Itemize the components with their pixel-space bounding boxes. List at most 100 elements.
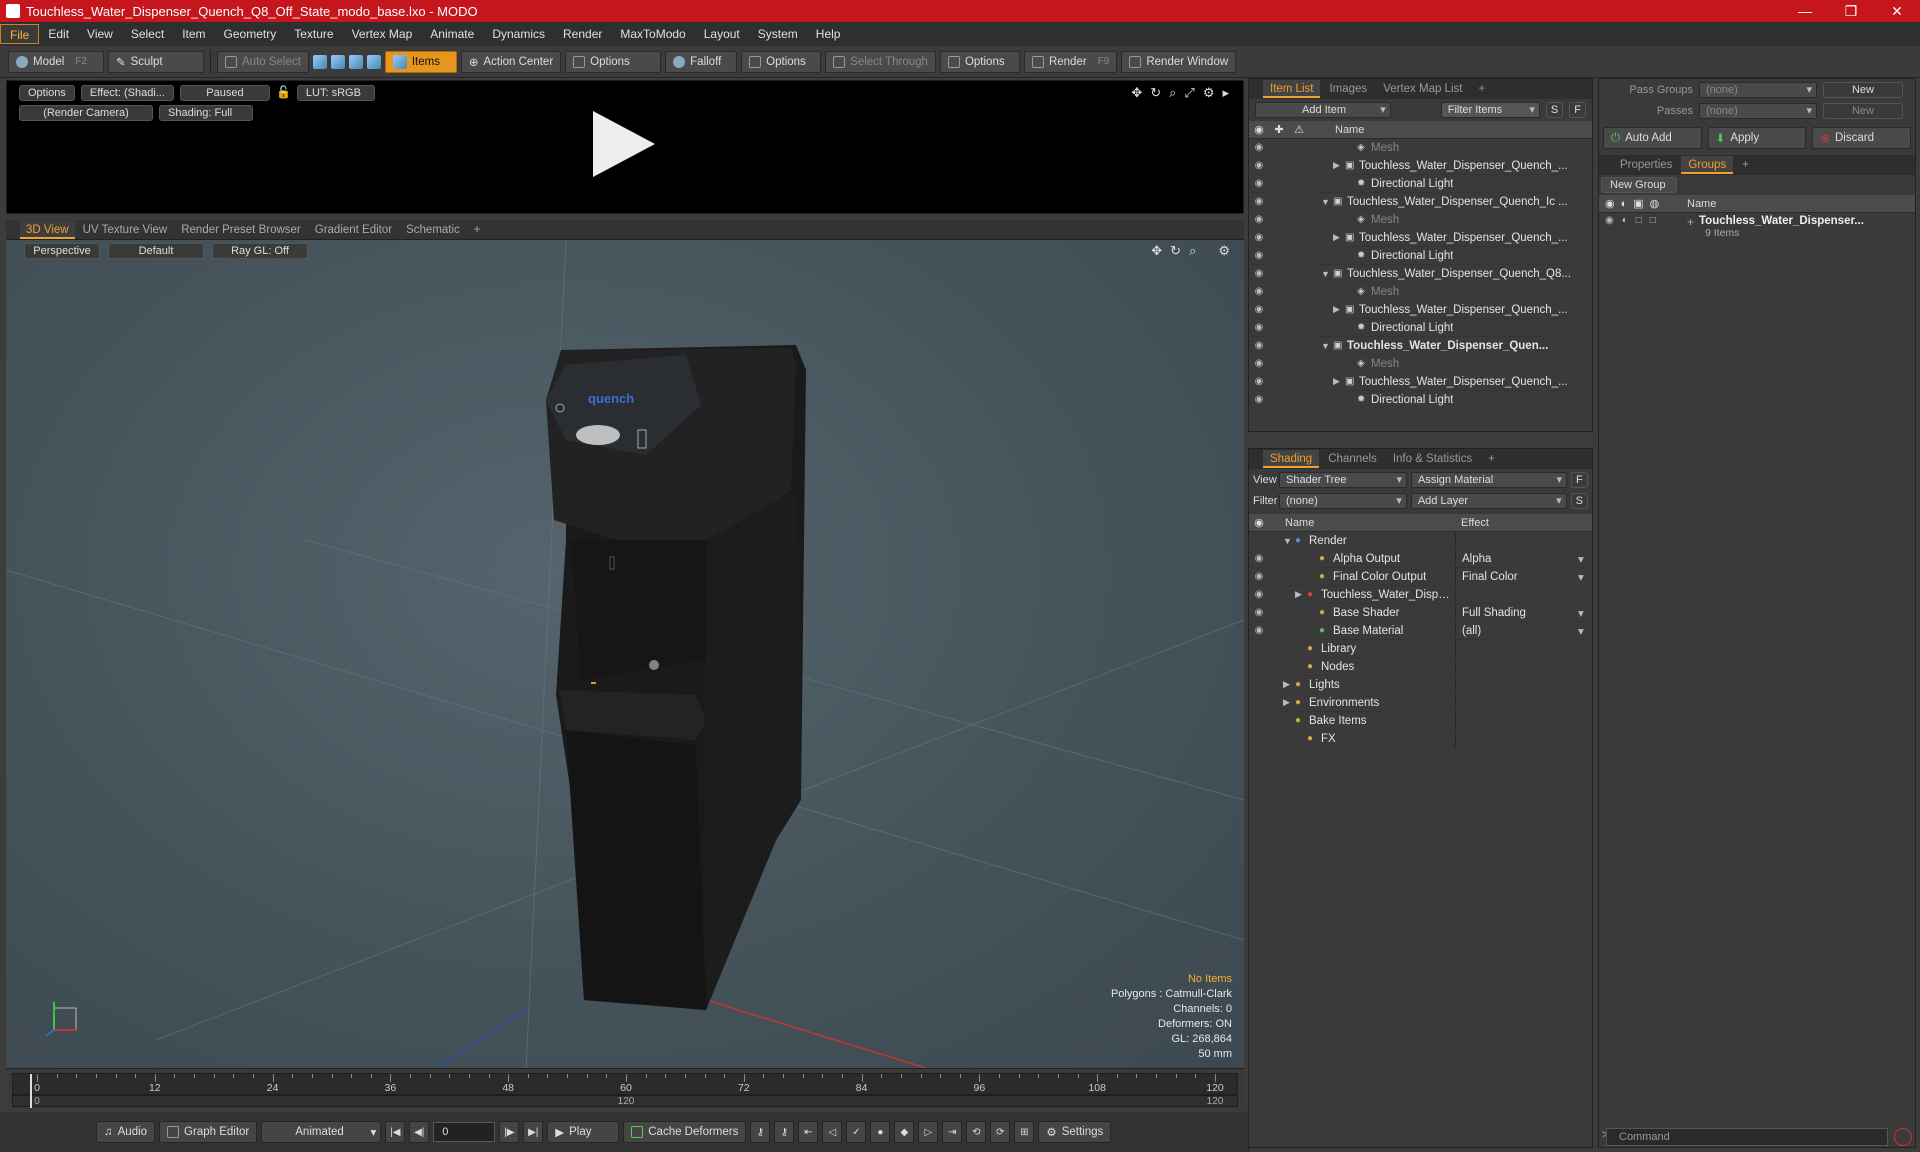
chevron-down-icon[interactable]: ▾ (1578, 606, 1592, 620)
visibility-eye-icon[interactable]: ◉ (1249, 286, 1269, 297)
visibility-eye-icon[interactable]: ◉ (1249, 376, 1269, 387)
shader-tree-row[interactable]: ● Nodes (1249, 658, 1592, 676)
add-tab-button[interactable]: + (1471, 80, 1492, 98)
item-list-row[interactable]: ◉ ✸ Directional Light (1249, 391, 1592, 409)
menu-item[interactable]: Item (173, 24, 214, 44)
assign-material-button[interactable]: Assign Material (1411, 471, 1567, 488)
add-tab-button[interactable]: + (468, 221, 487, 239)
playhead[interactable] (30, 1074, 32, 1108)
tab-properties[interactable]: Properties (1613, 156, 1679, 174)
s-toggle[interactable]: S (1545, 102, 1564, 118)
filter-dropdown[interactable]: (none) (1279, 492, 1407, 509)
visibility-eye-icon[interactable]: ◉ (1249, 214, 1269, 225)
sculpt-mode-button[interactable]: ✎ Sculpt (108, 50, 204, 73)
maximize-icon[interactable]: ⤢ (1184, 85, 1194, 101)
f-toggle[interactable]: F (1569, 102, 1586, 118)
item-list-row[interactable]: ◉ ▶ ▣ Touchless_Water_Dispenser_Quench_... (1249, 301, 1592, 319)
visibility-eye-icon[interactable]: ◉ (1249, 625, 1269, 636)
add-layer-dropdown[interactable]: Add Layer (1410, 492, 1567, 509)
item-list-row[interactable]: ◉ ✸ Directional Light (1249, 247, 1592, 265)
current-frame-field[interactable]: 0 (433, 1122, 496, 1142)
chevron-right-icon[interactable]: ▶ (1333, 376, 1345, 387)
loop-icon[interactable]: ⟲ (966, 1121, 987, 1143)
minimize-button[interactable]: — (1782, 3, 1828, 19)
skip-to-end-icon[interactable]: ▶| (523, 1121, 544, 1143)
polygons-mode-icon[interactable] (348, 54, 363, 69)
timeline[interactable]: 0 12 24 36 48 60 72 84 96 108 120 0 120 120 (6, 1068, 1244, 1110)
raygl-dropdown[interactable]: Ray GL: Off (212, 243, 308, 259)
item-list-row[interactable]: ◉ ▶ ▣ Touchless_Water_Dispenser_Quench_... (1249, 373, 1592, 391)
tab-info-statistics[interactable]: Info & Statistics (1386, 450, 1479, 468)
chevron-down-icon[interactable]: ▾ (1578, 552, 1592, 566)
tab-images[interactable]: Images (1322, 80, 1374, 98)
maximize-button[interactable]: ❐ (1828, 3, 1874, 20)
command-input[interactable]: Command (1606, 1128, 1888, 1146)
add-item-dropdown[interactable]: Add Item (1255, 102, 1391, 118)
tab-gradient-editor[interactable]: Gradient Editor (309, 221, 398, 239)
item-list-row[interactable]: ◉ ✸ Directional Light (1249, 175, 1592, 193)
action-center-button[interactable]: ⊕ Action Center (460, 50, 562, 73)
step-back-icon[interactable]: ◀| (409, 1121, 430, 1143)
visibility-eye-icon[interactable]: ◉ (1249, 250, 1269, 261)
record-icon[interactable]: ● (870, 1121, 891, 1143)
falloff-button[interactable]: Falloff (665, 50, 738, 73)
chevron-right-icon[interactable]: ▶ (1283, 679, 1295, 690)
menu-system[interactable]: System (749, 24, 807, 44)
tab-3d-view[interactable]: 3D View (20, 220, 75, 239)
visibility-eye-icon[interactable]: ◉ (1249, 196, 1269, 207)
next-key-icon[interactable]: ⇥ (942, 1121, 963, 1143)
chevron-down-icon[interactable]: ▾ (1578, 570, 1592, 584)
shader-effect-cell[interactable]: Final Color (1455, 568, 1578, 585)
chevron-right-icon[interactable]: ▶ (1333, 160, 1345, 171)
items-mode-button[interactable]: Items (384, 50, 457, 73)
timeline-range[interactable]: 0 120 120 (12, 1095, 1238, 1107)
skip-to-start-icon[interactable]: |◀ (385, 1121, 406, 1143)
perspective-dropdown[interactable]: Perspective (24, 243, 100, 259)
new-pass-group-button[interactable]: New (1823, 81, 1903, 98)
menu-render[interactable]: Render (554, 24, 611, 44)
add-tab-button[interactable]: + (1735, 156, 1756, 174)
chevron-right-icon[interactable]: ▶ (1333, 232, 1345, 243)
visibility-eye-icon[interactable]: ◉ (1249, 553, 1269, 564)
visibility-eye-icon[interactable]: ◉ (1249, 160, 1269, 171)
auto-add-button[interactable]: ⏻ Auto Add (1603, 127, 1702, 149)
arrow-right-icon[interactable]: ▸ (1222, 85, 1229, 101)
new-pass-button[interactable]: New (1823, 102, 1903, 119)
gear-icon[interactable]: ⚙ (1218, 243, 1230, 259)
render-button[interactable]: Render F9 (1023, 50, 1118, 73)
item-list-row[interactable]: ◉ ▶ ▣ Touchless_Water_Dispenser_Quench_... (1249, 157, 1592, 175)
expand-icon[interactable]: + (1687, 215, 1699, 229)
chevron-down-icon[interactable]: ▼ (1321, 197, 1333, 207)
shader-tree-row[interactable]: ▶ ● Lights (1249, 676, 1592, 694)
menu-vertex-map[interactable]: Vertex Map (343, 24, 422, 44)
zoom-icon[interactable]: ⌕ (1189, 243, 1196, 259)
shader-tree-row[interactable]: ● FX (1249, 730, 1592, 748)
menu-animate[interactable]: Animate (421, 24, 483, 44)
tab-uv-texture-view[interactable]: UV Texture View (77, 221, 174, 239)
preview-shading-dropdown[interactable]: Shading: Full (159, 105, 253, 121)
cache-deformers-button[interactable]: Cache Deformers (623, 1121, 747, 1143)
rotate-icon[interactable]: ↻ (1150, 85, 1161, 101)
passes-dropdown[interactable]: (none) (1699, 102, 1817, 119)
tab-groups[interactable]: Groups (1681, 156, 1734, 174)
shader-effect-cell[interactable]: Alpha (1455, 550, 1578, 567)
shader-tree-row[interactable]: ▼ ● Render (1249, 532, 1592, 550)
key-right-icon[interactable]: ▷ (918, 1121, 939, 1143)
chevron-down-icon[interactable]: ▼ (1283, 536, 1295, 546)
visibility-eye-icon[interactable]: ◉ (1249, 232, 1269, 243)
chevron-right-icon[interactable]: ▶ (1295, 589, 1307, 600)
group-row-toggles[interactable]: ◉◐□□ (1599, 215, 1687, 226)
visibility-eye-icon[interactable]: ◉ (1249, 142, 1269, 153)
item-list-row[interactable]: ◉ ✸ Directional Light (1249, 319, 1592, 337)
shader-tree-row[interactable]: ◉ ● Final Color Output Final Color ▾ (1249, 568, 1592, 586)
shader-tree-row[interactable]: ◉ ● Base Material (all) ▾ (1249, 622, 1592, 640)
play-icon[interactable] (593, 111, 655, 177)
default-style-dropdown[interactable]: Default (108, 243, 204, 259)
filter-items-field[interactable]: Filter Items (1440, 102, 1540, 118)
shader-tree-row[interactable]: ◉ ● Base Shader Full Shading ▾ (1249, 604, 1592, 622)
close-button[interactable]: ✕ (1874, 3, 1920, 20)
shader-tree-row[interactable]: ◉ ● Alpha Output Alpha ▾ (1249, 550, 1592, 568)
item-list-row[interactable]: ◉ ▶ ▣ Touchless_Water_Dispenser_Quench_... (1249, 229, 1592, 247)
menu-help[interactable]: Help (807, 24, 850, 44)
add-tab-button[interactable]: + (1481, 450, 1502, 468)
